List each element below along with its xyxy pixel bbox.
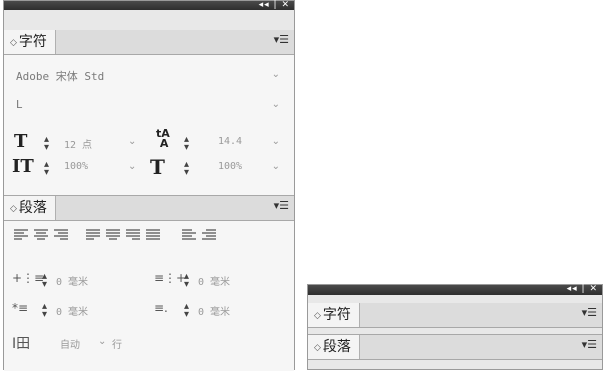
horizontal-scale-input[interactable]: 100% <box>218 161 242 172</box>
right-indent-icon: ≡⋮+ <box>154 271 187 285</box>
vertical-scale-dropdown-icon[interactable]: ⌄ <box>128 161 136 172</box>
expand-arrows-icon: ◇ <box>10 38 17 48</box>
font-size-dropdown-icon[interactable]: ⌄ <box>128 136 136 147</box>
font-size-input[interactable]: 12 点 <box>64 136 92 151</box>
vertical-scale-input[interactable]: 100% <box>64 161 88 172</box>
tab-character-label: 字符 <box>322 307 351 323</box>
align-center-icon[interactable] <box>34 229 48 241</box>
character-tab-bar: ◇ 字符 ▾☰ <box>4 30 294 55</box>
last-line-indent-input[interactable]: 0 毫米 <box>198 303 230 318</box>
drop-cap-auto-field[interactable]: 自动 <box>60 336 80 351</box>
panel-titlebar: ◂◂ | ✕ <box>308 283 602 295</box>
horizontal-scale-icon: T <box>150 155 165 179</box>
first-line-indent-stepper[interactable]: ▴ ▾ <box>42 302 47 320</box>
left-indent-icon: +⋮≡ <box>12 271 45 285</box>
collapsed-character-tab-bar: ◇ 字符 ▾☰ <box>308 303 602 328</box>
expand-arrows-icon: ◇ <box>10 204 17 214</box>
collapse-close-controls[interactable]: ◂◂ | ✕ <box>259 0 290 11</box>
last-line-indent-stepper[interactable]: ▴ ▾ <box>184 302 189 320</box>
justify-all-icon[interactable] <box>146 229 160 241</box>
vertical-scale-stepper[interactable]: ▴ ▾ <box>44 160 49 178</box>
drop-cap-icon: I田 <box>12 336 31 352</box>
font-family-dropdown-icon[interactable]: ⌄ <box>272 69 280 80</box>
panel-menu-icon[interactable]: ▾☰ <box>274 199 289 212</box>
leading-dropdown-icon[interactable]: ⌄ <box>272 136 280 147</box>
expand-arrows-icon: ◇ <box>314 311 321 321</box>
tab-character[interactable]: ◇ 字符 <box>4 30 56 54</box>
character-paragraph-panel: ◂◂ | ✕ ◇ 字符 ▾☰ Adobe 宋体 Std ⌄ L ⌄ T ▴ ▾ 12… <box>3 0 295 371</box>
paragraph-tab-bar: ◇ 段落 ▾☰ <box>4 195 294 221</box>
font-style-field[interactable]: L <box>16 98 22 111</box>
paragraph-section: +⋮≡ ▴ ▾ 0 毫米 ≡⋮+ ▴ ▾ 0 毫米 *≡ ▴ ▾ 0 毫米 ≡. ▴ ▾… <box>4 221 294 371</box>
collapsed-paragraph-tab-bar: ◇ 段落 ▾☰ <box>308 334 602 360</box>
tab-character-label: 字符 <box>18 34 47 50</box>
panel-menu-icon[interactable]: ▾☰ <box>582 338 597 351</box>
first-line-indent-input[interactable]: 0 毫米 <box>56 303 88 318</box>
justify-left-icon[interactable] <box>86 229 100 241</box>
vertical-scale-icon: IT <box>12 156 34 177</box>
leading-icon: tA A <box>156 127 170 150</box>
justify-center-icon[interactable] <box>106 229 120 241</box>
align-towards-spine-icon[interactable] <box>182 229 196 241</box>
justify-right-icon[interactable] <box>126 229 140 241</box>
first-line-indent-icon: *≡ <box>12 301 29 315</box>
tab-character[interactable]: ◇ 字符 <box>308 303 360 327</box>
leading-input[interactable]: 14.4 <box>218 136 242 147</box>
font-size-icon: T <box>14 131 28 152</box>
left-indent-input[interactable]: 0 毫米 <box>56 273 88 288</box>
align-right-icon[interactable] <box>54 229 68 241</box>
collapse-close-controls[interactable]: ◂◂ | ✕ <box>567 283 598 295</box>
character-section: Adobe 宋体 Std ⌄ L ⌄ T ▴ ▾ 12 点 ⌄ tA A ▴ ▾ 1… <box>4 55 294 195</box>
font-style-dropdown-icon[interactable]: ⌄ <box>272 99 280 110</box>
tab-paragraph-label: 段落 <box>18 200 47 216</box>
left-indent-stepper[interactable]: ▴ ▾ <box>42 272 47 290</box>
font-size-stepper[interactable]: ▴ ▾ <box>44 135 49 153</box>
drop-cap-rows-label: 行 <box>112 340 122 351</box>
horizontal-scale-dropdown-icon[interactable]: ⌄ <box>272 161 280 172</box>
right-indent-input[interactable]: 0 毫米 <box>198 273 230 288</box>
expand-arrows-icon: ◇ <box>314 343 321 353</box>
panel-menu-icon[interactable]: ▾☰ <box>274 33 289 46</box>
last-line-indent-icon: ≡. <box>154 301 168 315</box>
panel-menu-icon[interactable]: ▾☰ <box>582 306 597 319</box>
right-indent-stepper[interactable]: ▴ ▾ <box>184 272 189 290</box>
align-left-icon[interactable] <box>14 229 28 241</box>
font-family-field[interactable]: Adobe 宋体 Std <box>16 68 104 84</box>
align-away-from-spine-icon[interactable] <box>202 229 216 241</box>
tab-paragraph[interactable]: ◇ 段落 <box>308 335 360 359</box>
leading-stepper[interactable]: ▴ ▾ <box>184 135 189 153</box>
collapsed-panel: ◂◂ | ✕ ◇ 字符 ▾☰ ◇ 段落 ▾☰ <box>307 284 603 370</box>
tab-paragraph[interactable]: ◇ 段落 <box>4 196 56 220</box>
drop-cap-dropdown-icon[interactable]: ⌄ <box>98 336 106 347</box>
horizontal-scale-stepper[interactable]: ▴ ▾ <box>184 160 189 178</box>
panel-titlebar: ◂◂ | ✕ <box>4 0 294 11</box>
tab-paragraph-label: 段落 <box>322 339 351 355</box>
